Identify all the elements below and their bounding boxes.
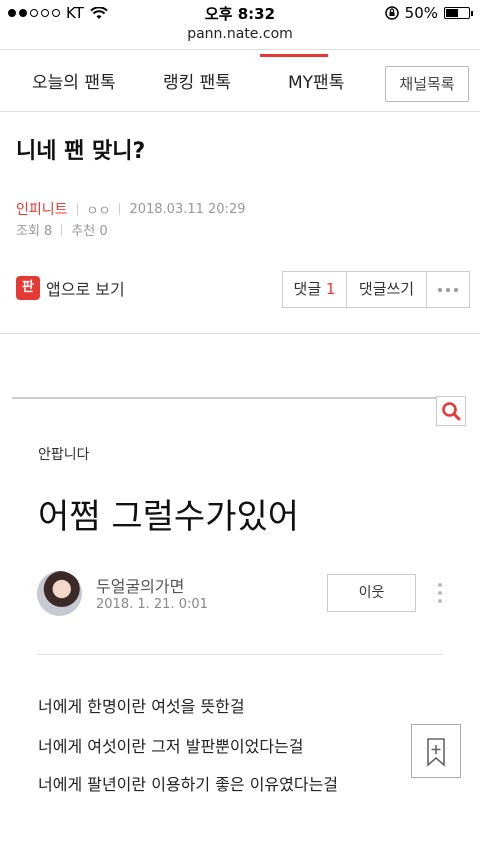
bookmark-add-button[interactable] bbox=[411, 724, 461, 778]
url-bar[interactable]: pann.nate.com bbox=[0, 26, 480, 50]
post-category[interactable]: 인피니트 bbox=[16, 199, 68, 219]
content-line: 너에게 팔년이란 이용하기 좋은 이유였다는걸 bbox=[38, 775, 339, 794]
divider bbox=[119, 203, 121, 215]
avatar[interactable] bbox=[37, 571, 82, 616]
pann-app-icon: 판 bbox=[16, 276, 40, 300]
open-in-app-label: 앱으로 보기 bbox=[46, 280, 125, 299]
divider bbox=[12, 397, 442, 399]
view-count: 조회 8 bbox=[16, 224, 53, 239]
bookmark-plus-icon bbox=[427, 738, 445, 767]
battery-icon bbox=[444, 7, 473, 19]
content-line: 너에게 한명이란 여섯을 뜻한걸 bbox=[38, 697, 245, 716]
comments-label: 댓글 bbox=[293, 280, 322, 298]
rotation-lock-icon bbox=[384, 6, 399, 20]
content-line: 너에게 여섯이란 그저 발판뿐이었다는걸 bbox=[38, 737, 304, 756]
more-button[interactable] bbox=[427, 272, 469, 307]
content-author[interactable]: 두얼굴의가면 bbox=[96, 573, 184, 597]
tab-my[interactable]: MY팬톡 bbox=[288, 54, 344, 112]
status-bar: KT 오후 8:32 50% bbox=[0, 0, 480, 26]
post-stats: 조회 8 추천 0 bbox=[16, 220, 108, 239]
divider bbox=[0, 333, 480, 334]
comment-count: 1 bbox=[325, 280, 336, 298]
post-title: 니네 팬 맞니? bbox=[16, 139, 146, 164]
tab-today[interactable]: 오늘의 팬톡 bbox=[32, 54, 116, 112]
content-title: 어쩜 그럴수가있어 bbox=[38, 497, 300, 537]
tab-ranking[interactable]: 랭킹 팬톡 bbox=[163, 54, 231, 112]
open-in-app-button[interactable]: 판 앱으로 보기 bbox=[16, 276, 125, 300]
divider bbox=[38, 654, 442, 655]
search-icon bbox=[442, 402, 461, 421]
comment-button-group: 댓글 1 댓글쓰기 bbox=[282, 271, 470, 308]
channel-list-button[interactable]: 채널목록 bbox=[385, 66, 469, 102]
post-datetime: 2018.03.11 20:29 bbox=[129, 201, 246, 217]
recommend-count: 추천 0 bbox=[71, 224, 108, 239]
more-dots-icon bbox=[438, 287, 458, 292]
divider bbox=[0, 49, 480, 50]
battery-percent: 50% bbox=[404, 4, 438, 22]
kebab-menu-icon[interactable] bbox=[437, 583, 443, 607]
divider bbox=[76, 203, 78, 215]
neighbor-button[interactable]: 이웃 bbox=[327, 574, 416, 612]
content-kicker: 안팝니다 bbox=[38, 447, 90, 463]
tab-bar: 오늘의 팬톡 랭킹 팬톡 MY팬톡 채널목록 bbox=[0, 54, 480, 112]
post-meta: 인피니트 ㅇㅇ 2018.03.11 20:29 bbox=[16, 199, 245, 219]
write-comment-button[interactable]: 댓글쓰기 bbox=[347, 272, 427, 307]
search-button[interactable] bbox=[436, 396, 466, 426]
content-date: 2018. 1. 21. 0:01 bbox=[96, 597, 208, 612]
comments-button[interactable]: 댓글 1 bbox=[283, 272, 347, 307]
divider bbox=[61, 223, 63, 236]
post-author: ㅇㅇ bbox=[86, 203, 111, 219]
